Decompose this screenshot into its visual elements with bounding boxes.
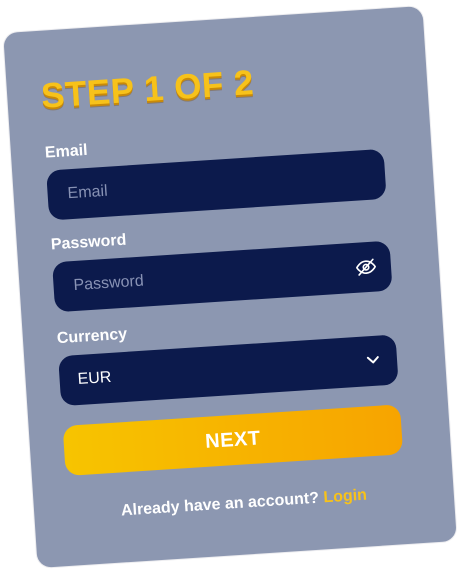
chevron-down-icon[interactable] [365, 351, 382, 368]
email-label: Email [44, 141, 89, 162]
currency-selected-value: EUR [77, 368, 112, 389]
eye-off-icon[interactable] [354, 255, 377, 278]
password-label: Password [50, 231, 127, 254]
signup-card: STEP 1 OF 2 Email Password Currency EUR … [3, 6, 457, 568]
login-prompt: Already have an account? Login [34, 481, 454, 526]
next-button[interactable]: NEXT [62, 404, 404, 476]
email-input[interactable] [65, 164, 368, 205]
currency-label: Currency [56, 325, 128, 348]
step-title: STEP 1 OF 2 [40, 63, 256, 116]
login-prompt-text: Already have an account? [120, 489, 320, 520]
password-input[interactable] [70, 256, 374, 297]
currency-select[interactable]: EUR [58, 334, 399, 407]
password-field-container [52, 240, 393, 313]
login-link[interactable]: Login [323, 487, 368, 507]
email-field-container [46, 148, 387, 221]
